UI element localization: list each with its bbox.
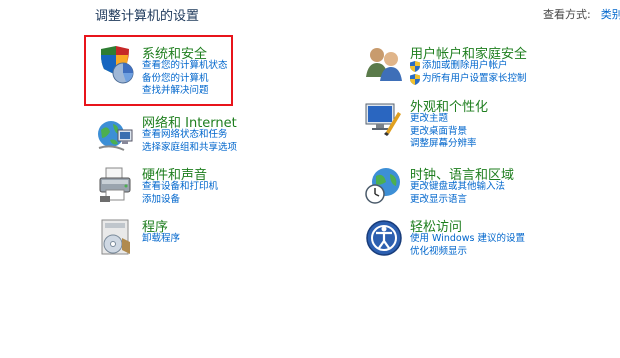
accessibility-icon: [366, 220, 402, 256]
link-network-status[interactable]: 查看网络状态和任务: [142, 129, 237, 142]
printer-icon: [99, 167, 131, 202]
link-adjust-resolution[interactable]: 调整屏幕分辨率: [410, 138, 477, 151]
link-change-keyboard[interactable]: 更改键盘或其他输入法: [410, 181, 505, 194]
link-change-display-language[interactable]: 更改显示语言: [410, 194, 505, 207]
link-add-device[interactable]: 添加设备: [142, 194, 218, 207]
view-by-dropdown[interactable]: 类别: [601, 8, 620, 21]
link-add-remove-accounts[interactable]: 添加或删除用户帐户: [410, 60, 527, 73]
users-icon: [366, 48, 402, 81]
highlight-box: [84, 35, 233, 106]
link-parental-controls[interactable]: 为所有用户设置家长控制: [410, 73, 527, 86]
view-by-label: 查看方式:: [543, 8, 591, 21]
monitor-paint-icon: [365, 103, 401, 136]
link-add-remove-accounts-text: 添加或删除用户帐户: [422, 60, 508, 71]
uac-shield-icon: [410, 73, 420, 85]
page-title: 调整计算机的设置: [95, 9, 200, 24]
link-devices-printers[interactable]: 查看设备和打印机: [142, 181, 218, 194]
link-uninstall-program[interactable]: 卸载程序: [142, 233, 180, 246]
uac-shield-icon: [410, 61, 420, 72]
link-homegroup-sharing[interactable]: 选择家庭组和共享选项: [142, 142, 237, 155]
network-globe-icon: [98, 121, 133, 151]
link-change-theme[interactable]: 更改主题: [410, 113, 477, 126]
link-recommended-settings[interactable]: 使用 Windows 建议的设置: [410, 233, 525, 246]
link-parental-controls-text: 为所有用户设置家长控制: [422, 72, 527, 84]
link-change-desktop-background[interactable]: 更改桌面背景: [410, 126, 477, 139]
view-by-control[interactable]: 查看方式: 类别: [543, 6, 620, 22]
clock-globe-icon: [365, 168, 400, 204]
programs-icon: [101, 219, 130, 255]
link-optimize-video[interactable]: 优化视频显示: [410, 246, 525, 259]
